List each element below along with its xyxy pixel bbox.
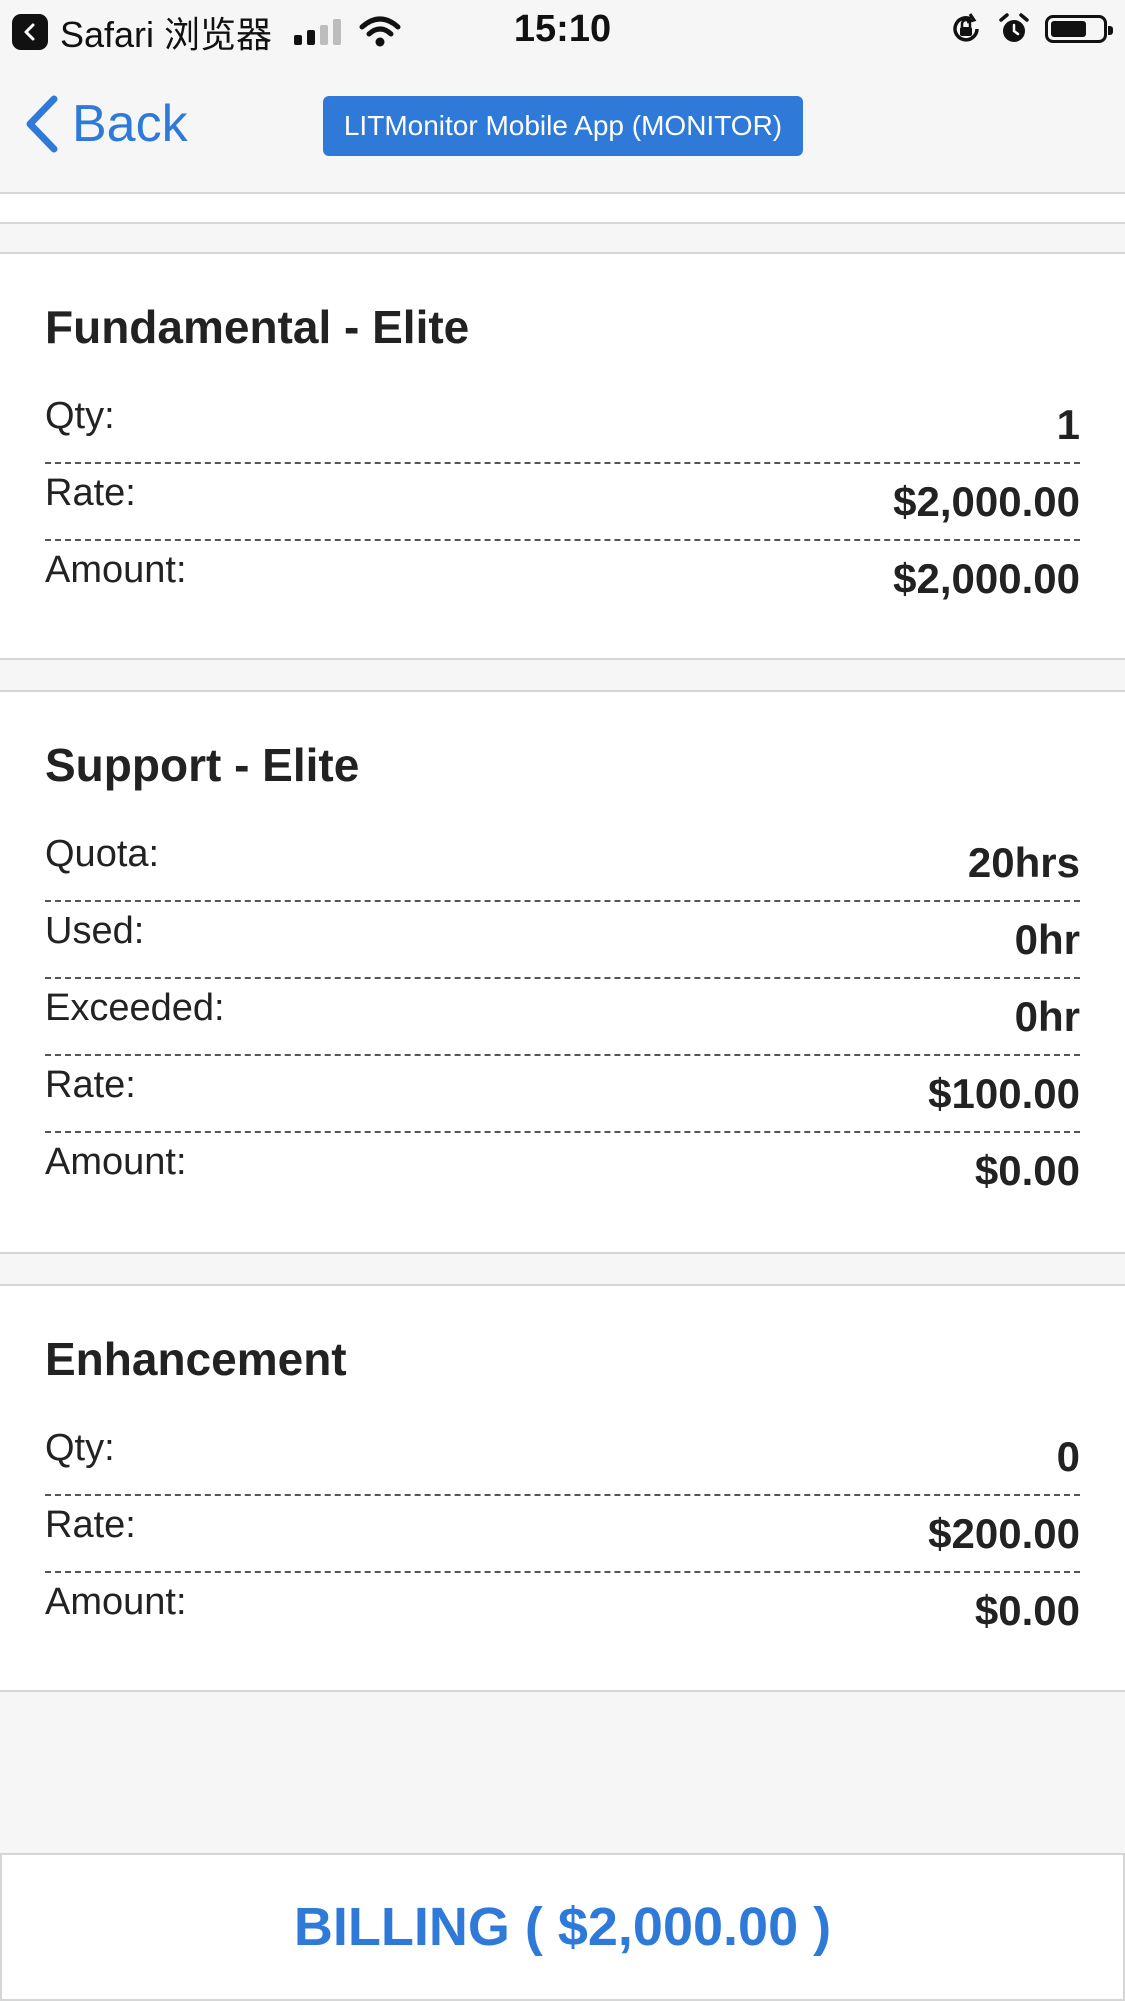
- row-value: $0.00: [974, 1147, 1080, 1194]
- status-right: [949, 12, 1113, 46]
- section-title: Enhancement: [45, 1333, 347, 1385]
- row-label: Quota:: [45, 833, 160, 875]
- section-title: Fundamental - Elite: [45, 301, 470, 353]
- billing-button[interactable]: BILLING ( $2,000.00 ): [0, 1853, 1125, 2001]
- row-value: 0hr: [1014, 916, 1080, 963]
- section-card: Enhancement Qty: 0 Rate: $200.00 Amount:…: [0, 1284, 1125, 1692]
- row-label: Qty:: [45, 395, 115, 437]
- row-label: Amount:: [45, 549, 187, 591]
- row-label: Rate:: [45, 472, 136, 514]
- orientation-lock-icon: [953, 13, 979, 42]
- row-value: $2,000.00: [893, 478, 1080, 525]
- detail-row: Rate: $2,000.00: [45, 464, 1080, 541]
- battery-icon: [1045, 15, 1113, 43]
- row-value: 0: [1056, 1433, 1080, 1480]
- navigation-bar: Back LITMonitor Mobile App (MONITOR): [0, 62, 1125, 194]
- row-label: Amount:: [45, 1141, 187, 1183]
- back-label: Back: [72, 95, 188, 153]
- section-title: Support - Elite: [45, 739, 360, 791]
- row-label: Rate:: [45, 1504, 136, 1546]
- section-card: Support - Elite Quota: 20hrs Used: 0hr E…: [0, 690, 1125, 1254]
- row-value: $2,000.00: [893, 555, 1080, 602]
- top-divider-strip: [0, 194, 1125, 224]
- detail-row: Amount: $0.00: [45, 1573, 1080, 1650]
- row-label: Amount:: [45, 1581, 187, 1623]
- detail-row: Amount: $2,000.00: [45, 541, 1080, 618]
- detail-row: Qty: 0: [45, 1419, 1080, 1496]
- back-button[interactable]: Back: [24, 92, 188, 156]
- chevron-left-icon: [26, 95, 58, 153]
- row-value: 0hr: [1014, 993, 1080, 1040]
- page-title: LITMonitor Mobile App (MONITOR): [323, 96, 803, 156]
- row-label: Qty:: [45, 1427, 115, 1469]
- detail-row: Exceeded: 0hr: [45, 979, 1080, 1056]
- row-value: $0.00: [974, 1587, 1080, 1634]
- battery-level: [1051, 21, 1086, 37]
- detail-row: Qty: 1: [45, 387, 1080, 464]
- row-value: $100.00: [928, 1070, 1080, 1117]
- row-value: 20hrs: [967, 839, 1080, 886]
- alarm-icon: [999, 13, 1029, 42]
- row-label: Exceeded:: [45, 987, 225, 1029]
- section-card: Fundamental - Elite Qty: 1 Rate: $2,000.…: [0, 252, 1125, 660]
- row-label: Used:: [45, 910, 145, 952]
- row-value: 1: [1056, 401, 1080, 448]
- detail-row: Used: 0hr: [45, 902, 1080, 979]
- detail-row: Rate: $200.00: [45, 1496, 1080, 1573]
- row-value: $200.00: [928, 1510, 1080, 1557]
- row-label: Rate:: [45, 1064, 136, 1106]
- detail-row: Quota: 20hrs: [45, 825, 1080, 902]
- detail-row: Rate: $100.00: [45, 1056, 1080, 1133]
- status-bar: Safari 浏览器 15:10: [0, 0, 1125, 62]
- detail-row: Amount: $0.00: [45, 1133, 1080, 1210]
